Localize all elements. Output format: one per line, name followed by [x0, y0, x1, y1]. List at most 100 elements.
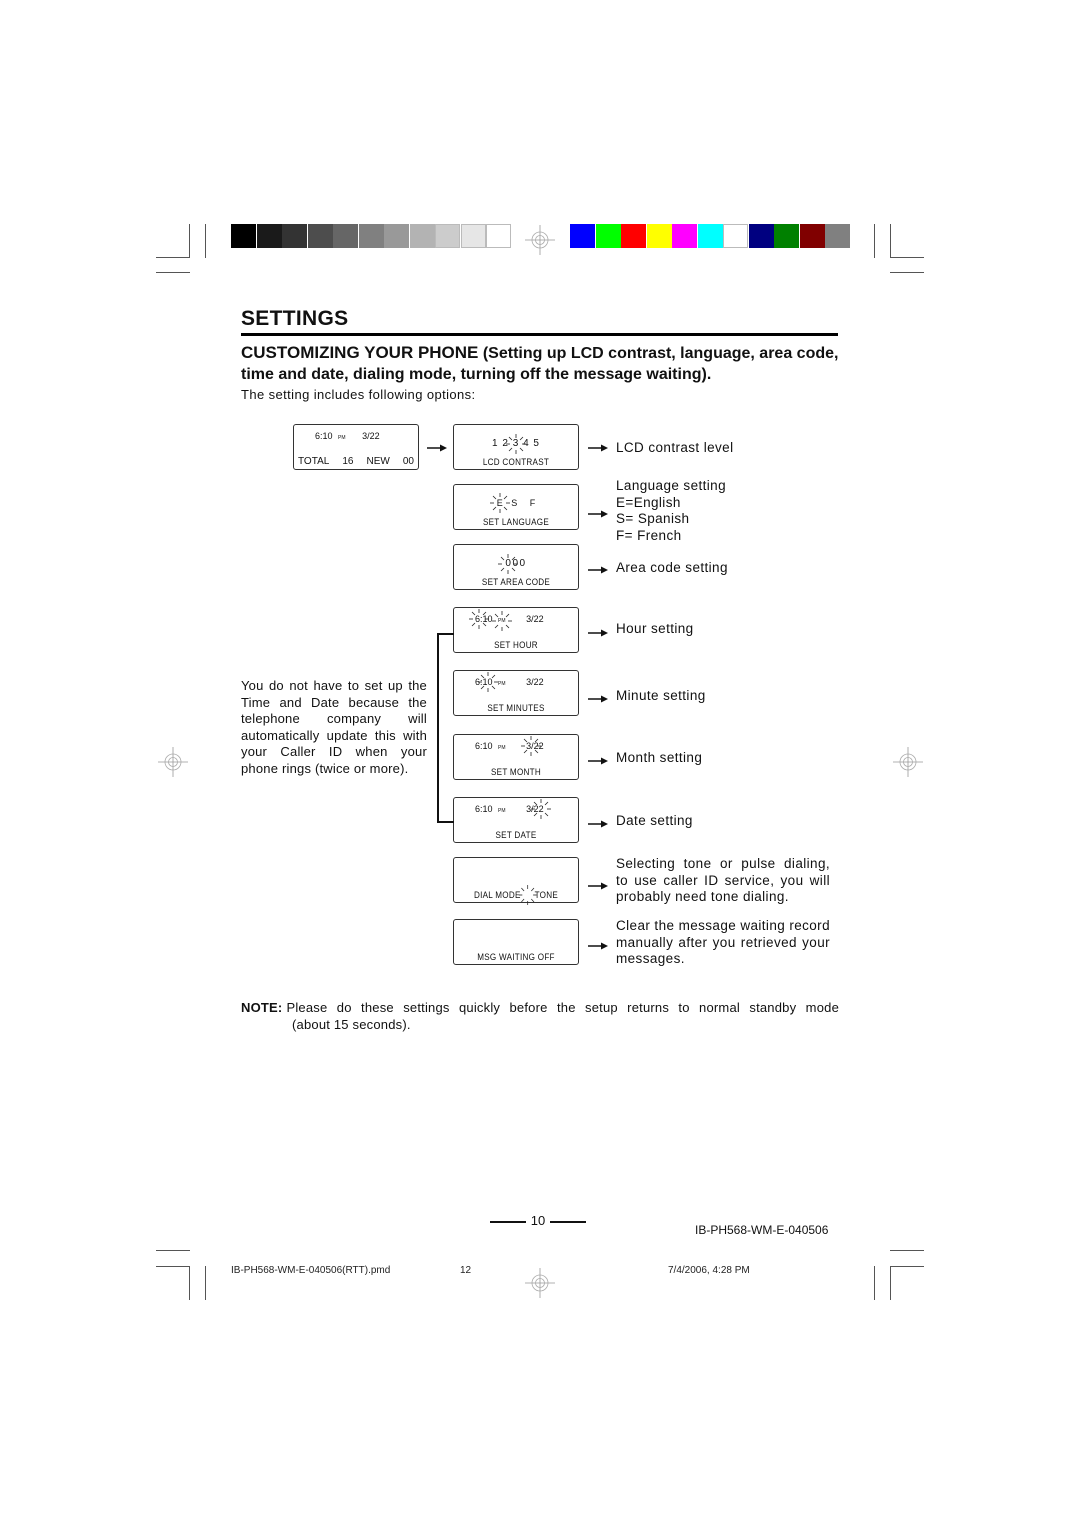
color-swatch [570, 224, 595, 248]
lcd-standby-screen: 6:10 PM 3/22 TOTAL 16 NEW 00 [293, 424, 419, 470]
arrow-right-icon [427, 444, 447, 452]
footer-file-page: 12 [460, 1265, 472, 1276]
lcd-language-options: E S F [454, 493, 578, 513]
intro-text: The setting includes following options: [241, 387, 476, 402]
crop-line [205, 1266, 206, 1300]
crop-line [189, 224, 190, 258]
section-heading-main: CUSTOMIZING YOUR PHONE [241, 343, 479, 362]
note-paragraph: NOTE: Please do these settings quickly be… [241, 999, 839, 1033]
registration-mark-icon [525, 225, 555, 255]
lcd-new-value: 00 [402, 456, 414, 467]
footer-timestamp: 7/4/2006, 4:28 PM [668, 1265, 750, 1276]
registration-mark-icon [525, 1268, 555, 1298]
lcd-message-counts: TOTAL 16 NEW 00 [298, 456, 414, 467]
crop-line [890, 1250, 924, 1251]
lcd-date: 3/22 [526, 799, 551, 819]
blinking-indicator-icon [530, 799, 551, 819]
page-title: SETTINGS [241, 307, 349, 330]
lcd-date: 3/22 [362, 431, 380, 441]
gray-swatch [256, 224, 282, 248]
description-line: E=English [616, 494, 681, 510]
section-heading: CUSTOMIZING YOUR PHONE (Setting up LCD c… [241, 342, 841, 385]
page-number: 10 [490, 1213, 586, 1228]
lcd-label: SET HOUR [494, 640, 538, 650]
gray-swatch [409, 224, 435, 248]
setting-description-minutes: Minute setting [616, 688, 706, 705]
document-id: IB-PH568-WM-E-040506 [695, 1223, 829, 1237]
color-swatch [825, 224, 850, 248]
lcd-time: 6:10 [315, 431, 333, 441]
lcd-label: SET MONTH [490, 767, 541, 777]
lcd-msg-waiting-screen: MSG WAITING OFF [453, 919, 579, 965]
color-swatch [723, 224, 748, 248]
gray-swatch [333, 224, 358, 248]
lcd-ampm: PM [498, 808, 506, 814]
note-text-line1: Please do these settings quickly before … [286, 1000, 839, 1015]
color-swatch [621, 224, 646, 248]
lcd-time: 6:10 [475, 804, 493, 814]
blinking-indicator-icon [498, 553, 518, 574]
arrow-right-icon [588, 695, 608, 703]
gray-swatch [282, 224, 307, 248]
setting-description-date: Date setting [616, 813, 693, 830]
registration-mark-icon [158, 747, 188, 777]
lcd-time: 6:10 [475, 741, 493, 751]
crop-line [890, 257, 924, 258]
note-label: NOTE: [241, 1000, 283, 1015]
setting-description-dial-mode: Selecting tone or pulse dialing, to use c… [616, 856, 830, 906]
description-line: probably need tone dialing. [616, 889, 789, 904]
arrow-right-icon [588, 757, 608, 765]
blinking-indicator-icon [491, 611, 512, 631]
registration-mark-icon [893, 747, 923, 777]
description-line: Date setting [616, 813, 693, 828]
dial-mode-selector [518, 885, 537, 905]
color-swatch [697, 224, 723, 248]
description-line: Month setting [616, 750, 703, 765]
lcd-date: 3/22 [526, 677, 544, 687]
description-line: messages. [616, 951, 685, 966]
description-line: S= Spanish [616, 511, 690, 526]
time-date-bracket [437, 633, 454, 823]
crop-line [890, 1266, 891, 1300]
setting-description-language: Language setting E=English S= Spanish F= Fr… [616, 478, 726, 544]
arrow-right-icon [588, 566, 608, 574]
lcd-ampm: PM [498, 745, 506, 751]
color-swatch [595, 224, 621, 248]
setting-description-hour: Hour setting [616, 621, 694, 638]
lcd-ampm: PM [491, 611, 512, 631]
crop-line [156, 257, 190, 258]
language-option: F [529, 498, 536, 508]
description-line: Clear the message waiting record [616, 918, 830, 933]
contrast-level-selected: 3 [506, 433, 526, 454]
lcd-dial-mode-screen: DIAL MODE TONE [453, 857, 579, 905]
color-swatch [672, 224, 697, 248]
color-swatch [646, 224, 672, 248]
lcd-label: SET AREA CODE [481, 577, 551, 587]
color-swatch [799, 224, 825, 248]
crop-line [874, 1266, 875, 1300]
setting-description-month: Month setting [616, 750, 702, 767]
lcd-month-screen: 6:10 PM 3/22 SET MONTH [453, 734, 579, 780]
arrow-right-icon [588, 820, 608, 828]
lcd-time: 6:10 [475, 672, 498, 692]
gray-swatch [384, 224, 409, 248]
dial-mode-value: TONE [534, 890, 559, 900]
setting-description-msg-waiting: Clear the message waiting record manually… [616, 918, 830, 968]
contrast-level: 1 [492, 438, 499, 449]
lcd-language-screen: E S F SET LANGUAGE [453, 484, 579, 530]
color-swatch [748, 224, 774, 248]
blinking-indicator-icon [468, 609, 489, 629]
crop-line [156, 272, 190, 273]
lcd-ampm: PM [338, 435, 346, 441]
blinking-indicator-icon [477, 672, 498, 692]
description-line: Area code setting [616, 560, 728, 575]
gray-swatch [486, 224, 511, 248]
lcd-date: 3/22 [526, 614, 544, 624]
blinking-indicator-icon [518, 885, 537, 905]
lcd-date: 3/22 [520, 736, 544, 756]
gray-swatch [460, 224, 486, 248]
lcd-label: SET MINUTES [487, 703, 545, 713]
description-line: Minute setting [616, 688, 706, 703]
arrow-right-icon [588, 942, 608, 950]
crop-line [890, 224, 891, 258]
